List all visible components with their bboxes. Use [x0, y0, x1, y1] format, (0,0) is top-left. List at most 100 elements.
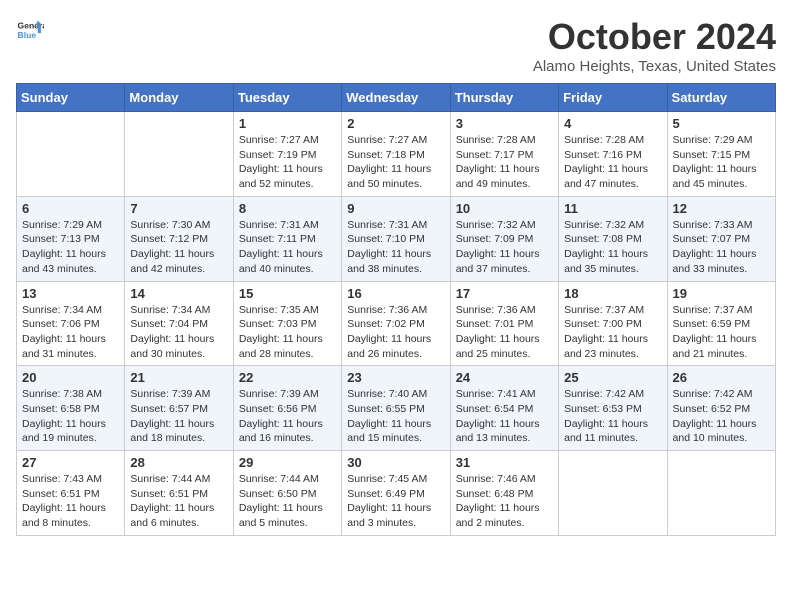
- calendar-cell: 15 Sunrise: 7:35 AM Sunset: 7:03 PM Dayli…: [233, 281, 341, 366]
- logo-icon: General Blue: [16, 16, 44, 44]
- day-info: Sunrise: 7:32 AM Sunset: 7:09 PM Dayligh…: [456, 218, 553, 277]
- day-info: Sunrise: 7:29 AM Sunset: 7:15 PM Dayligh…: [673, 133, 770, 192]
- day-info: Sunrise: 7:28 AM Sunset: 7:16 PM Dayligh…: [564, 133, 661, 192]
- day-info: Sunrise: 7:39 AM Sunset: 6:56 PM Dayligh…: [239, 387, 336, 446]
- weekday-saturday: Saturday: [667, 84, 775, 112]
- day-number: 16: [347, 286, 444, 301]
- day-info: Sunrise: 7:43 AM Sunset: 6:51 PM Dayligh…: [22, 472, 119, 531]
- day-info: Sunrise: 7:36 AM Sunset: 7:01 PM Dayligh…: [456, 303, 553, 362]
- svg-text:Blue: Blue: [18, 30, 37, 40]
- calendar-cell: 7Sunrise: 7:30 AM Sunset: 7:12 PM Daylig…: [125, 196, 233, 281]
- calendar-cell: 3 Sunrise: 7:28 AM Sunset: 7:17 PM Daylig…: [450, 112, 558, 197]
- day-info: Sunrise: 7:39 AM Sunset: 6:57 PM Dayligh…: [130, 387, 227, 446]
- day-info: Sunrise: 7:37 AM Sunset: 6:59 PM Dayligh…: [673, 303, 770, 362]
- day-number: 10: [456, 201, 553, 216]
- weekday-sunday: Sunday: [17, 84, 125, 112]
- day-number: 17: [456, 286, 553, 301]
- day-number: 12: [673, 201, 770, 216]
- day-number: 30: [347, 455, 444, 470]
- calendar-cell: 30 Sunrise: 7:45 AM Sunset: 6:49 PM Dayli…: [342, 451, 450, 536]
- day-number: 11: [564, 201, 661, 216]
- weekday-header-row: SundayMondayTuesdayWednesdayThursdayFrid…: [17, 84, 776, 112]
- calendar-cell: [559, 451, 667, 536]
- calendar-cell: 18 Sunrise: 7:37 AM Sunset: 7:00 PM Dayli…: [559, 281, 667, 366]
- day-info: Sunrise: 7:33 AM Sunset: 7:07 PM Dayligh…: [673, 218, 770, 277]
- calendar-cell: 4 Sunrise: 7:28 AM Sunset: 7:16 PM Daylig…: [559, 112, 667, 197]
- calendar-cell: [17, 112, 125, 197]
- day-number: 5: [673, 116, 770, 131]
- day-info: Sunrise: 7:44 AM Sunset: 6:51 PM Dayligh…: [130, 472, 227, 531]
- month-title: October 2024: [533, 16, 776, 58]
- title-block: October 2024 Alamo Heights, Texas, Unite…: [533, 16, 776, 75]
- day-number: 4: [564, 116, 661, 131]
- day-info: Sunrise: 7:36 AM Sunset: 7:02 PM Dayligh…: [347, 303, 444, 362]
- day-number: 21: [130, 370, 227, 385]
- day-number: 27: [22, 455, 119, 470]
- week-row-5: 27 Sunrise: 7:43 AM Sunset: 6:51 PM Dayli…: [17, 451, 776, 536]
- calendar-cell: [667, 451, 775, 536]
- day-number: 7: [130, 201, 227, 216]
- calendar-cell: 25Sunrise: 7:42 AM Sunset: 6:53 PM Dayli…: [559, 366, 667, 451]
- calendar-cell: 5 Sunrise: 7:29 AM Sunset: 7:15 PM Daylig…: [667, 112, 775, 197]
- calendar-cell: 19 Sunrise: 7:37 AM Sunset: 6:59 PM Dayli…: [667, 281, 775, 366]
- day-number: 13: [22, 286, 119, 301]
- day-number: 8: [239, 201, 336, 216]
- calendar-cell: 31Sunrise: 7:46 AM Sunset: 6:48 PM Dayli…: [450, 451, 558, 536]
- calendar-body: 1 Sunrise: 7:27 AM Sunset: 7:19 PM Daylig…: [17, 112, 776, 536]
- day-number: 22: [239, 370, 336, 385]
- day-info: Sunrise: 7:42 AM Sunset: 6:52 PM Dayligh…: [673, 387, 770, 446]
- day-info: Sunrise: 7:29 AM Sunset: 7:13 PM Dayligh…: [22, 218, 119, 277]
- week-row-4: 20Sunrise: 7:38 AM Sunset: 6:58 PM Dayli…: [17, 366, 776, 451]
- location: Alamo Heights, Texas, United States: [533, 58, 776, 75]
- calendar-cell: 8 Sunrise: 7:31 AM Sunset: 7:11 PM Daylig…: [233, 196, 341, 281]
- day-number: 29: [239, 455, 336, 470]
- day-info: Sunrise: 7:28 AM Sunset: 7:17 PM Dayligh…: [456, 133, 553, 192]
- calendar-cell: 13 Sunrise: 7:34 AM Sunset: 7:06 PM Dayli…: [17, 281, 125, 366]
- calendar-cell: 28 Sunrise: 7:44 AM Sunset: 6:51 PM Dayli…: [125, 451, 233, 536]
- day-info: Sunrise: 7:45 AM Sunset: 6:49 PM Dayligh…: [347, 472, 444, 531]
- day-number: 3: [456, 116, 553, 131]
- week-row-1: 1 Sunrise: 7:27 AM Sunset: 7:19 PM Daylig…: [17, 112, 776, 197]
- day-info: Sunrise: 7:37 AM Sunset: 7:00 PM Dayligh…: [564, 303, 661, 362]
- day-info: Sunrise: 7:31 AM Sunset: 7:11 PM Dayligh…: [239, 218, 336, 277]
- calendar-cell: 11Sunrise: 7:32 AM Sunset: 7:08 PM Dayli…: [559, 196, 667, 281]
- calendar-cell: 20Sunrise: 7:38 AM Sunset: 6:58 PM Dayli…: [17, 366, 125, 451]
- day-number: 9: [347, 201, 444, 216]
- weekday-wednesday: Wednesday: [342, 84, 450, 112]
- day-number: 18: [564, 286, 661, 301]
- calendar-cell: 14Sunrise: 7:34 AM Sunset: 7:04 PM Dayli…: [125, 281, 233, 366]
- day-number: 1: [239, 116, 336, 131]
- calendar-cell: 2 Sunrise: 7:27 AM Sunset: 7:18 PM Daylig…: [342, 112, 450, 197]
- weekday-thursday: Thursday: [450, 84, 558, 112]
- calendar-table: SundayMondayTuesdayWednesdayThursdayFrid…: [16, 83, 776, 536]
- calendar-cell: 23 Sunrise: 7:40 AM Sunset: 6:55 PM Dayli…: [342, 366, 450, 451]
- day-number: 26: [673, 370, 770, 385]
- week-row-2: 6Sunrise: 7:29 AM Sunset: 7:13 PM Daylig…: [17, 196, 776, 281]
- calendar-cell: 17 Sunrise: 7:36 AM Sunset: 7:01 PM Dayli…: [450, 281, 558, 366]
- calendar-cell: 10 Sunrise: 7:32 AM Sunset: 7:09 PM Dayli…: [450, 196, 558, 281]
- day-number: 2: [347, 116, 444, 131]
- day-info: Sunrise: 7:27 AM Sunset: 7:18 PM Dayligh…: [347, 133, 444, 192]
- calendar-cell: 1 Sunrise: 7:27 AM Sunset: 7:19 PM Daylig…: [233, 112, 341, 197]
- day-info: Sunrise: 7:31 AM Sunset: 7:10 PM Dayligh…: [347, 218, 444, 277]
- day-info: Sunrise: 7:46 AM Sunset: 6:48 PM Dayligh…: [456, 472, 553, 531]
- calendar-cell: 27 Sunrise: 7:43 AM Sunset: 6:51 PM Dayli…: [17, 451, 125, 536]
- weekday-tuesday: Tuesday: [233, 84, 341, 112]
- day-info: Sunrise: 7:40 AM Sunset: 6:55 PM Dayligh…: [347, 387, 444, 446]
- day-info: Sunrise: 7:35 AM Sunset: 7:03 PM Dayligh…: [239, 303, 336, 362]
- day-info: Sunrise: 7:27 AM Sunset: 7:19 PM Dayligh…: [239, 133, 336, 192]
- day-info: Sunrise: 7:34 AM Sunset: 7:06 PM Dayligh…: [22, 303, 119, 362]
- calendar-cell: 9 Sunrise: 7:31 AM Sunset: 7:10 PM Daylig…: [342, 196, 450, 281]
- day-number: 15: [239, 286, 336, 301]
- logo: General Blue: [16, 16, 44, 44]
- day-number: 19: [673, 286, 770, 301]
- day-number: 24: [456, 370, 553, 385]
- calendar-cell: 24 Sunrise: 7:41 AM Sunset: 6:54 PM Dayli…: [450, 366, 558, 451]
- calendar-cell: 22 Sunrise: 7:39 AM Sunset: 6:56 PM Dayli…: [233, 366, 341, 451]
- day-info: Sunrise: 7:41 AM Sunset: 6:54 PM Dayligh…: [456, 387, 553, 446]
- day-number: 20: [22, 370, 119, 385]
- day-number: 23: [347, 370, 444, 385]
- calendar-cell: 26 Sunrise: 7:42 AM Sunset: 6:52 PM Dayli…: [667, 366, 775, 451]
- day-number: 28: [130, 455, 227, 470]
- day-number: 25: [564, 370, 661, 385]
